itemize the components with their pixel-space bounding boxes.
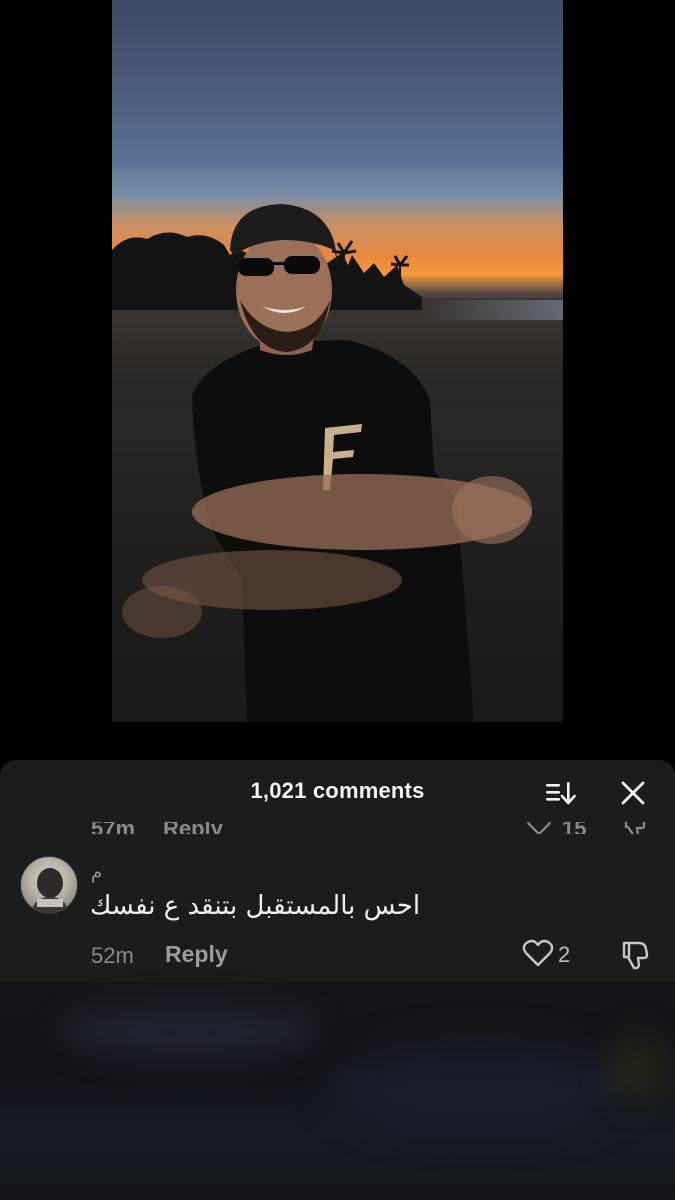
like-count: 2 (558, 942, 571, 967)
comment-username[interactable]: م (91, 862, 102, 883)
comments-sheet: 57m Reply 15 1,021 comments م احس بالمست… (0, 760, 675, 1200)
comments-header: 1,021 comments (0, 760, 675, 822)
thumbs-down-icon[interactable] (620, 938, 652, 970)
comment-time: 52m (91, 943, 134, 968)
close-icon[interactable] (618, 778, 648, 808)
avatar[interactable] (20, 856, 78, 914)
reply-button[interactable]: Reply (165, 941, 228, 968)
comment-text: احس بالمستقبل بتنقد ع نفسك (90, 891, 421, 921)
sort-icon[interactable] (544, 778, 578, 808)
comment-item: م احس بالمستقبل بتنقد ع نفسك 52m Reply 2 (0, 856, 675, 981)
video-player[interactable] (112, 0, 563, 722)
comments-count: 1,021 comments (250, 778, 425, 803)
heart-icon[interactable] (522, 938, 554, 968)
blurred-comments-area (0, 982, 675, 1200)
person-dancing (122, 204, 532, 722)
